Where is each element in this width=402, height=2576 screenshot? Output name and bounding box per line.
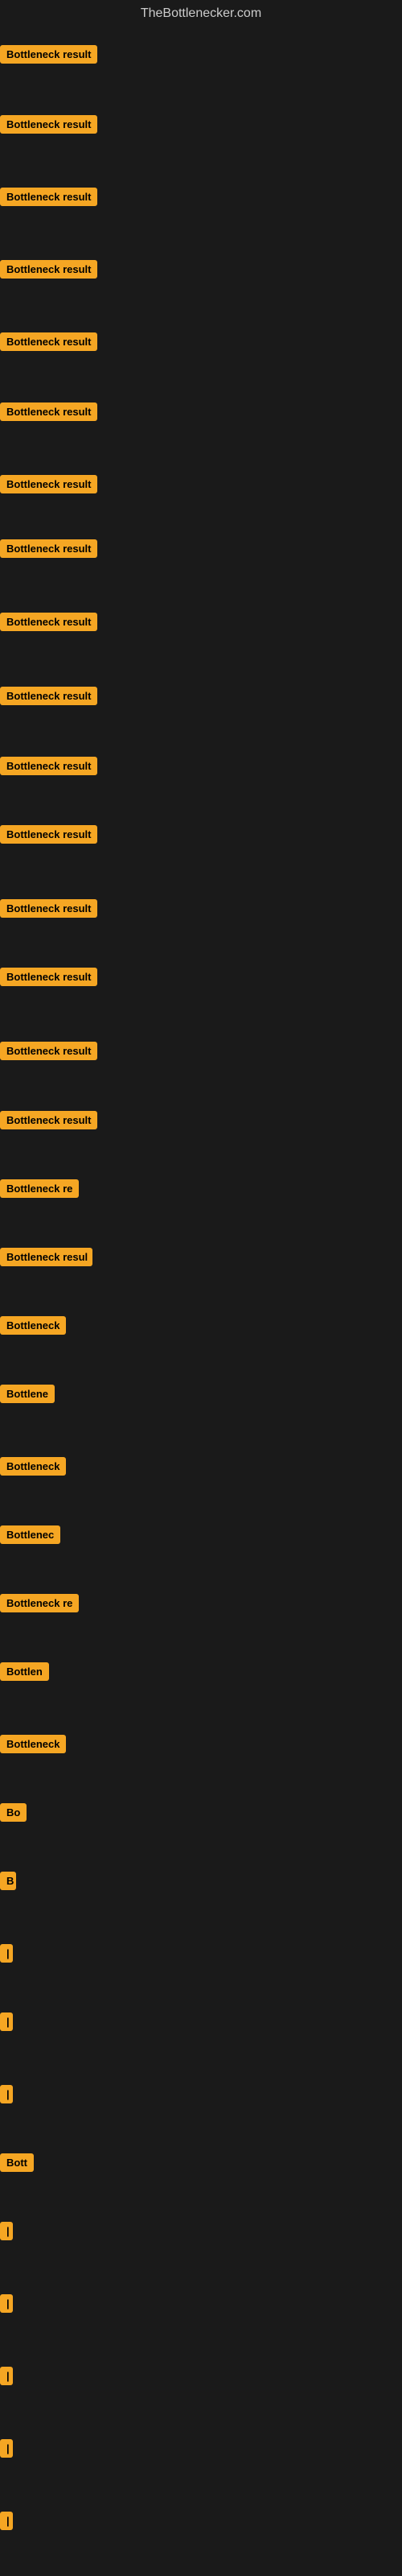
- bottleneck-item: Bottleneck result: [0, 968, 97, 990]
- bottleneck-badge: Bottleneck: [0, 1457, 66, 1476]
- bottleneck-badge: |: [0, 2439, 13, 2458]
- bottleneck-item: Bottleneck result: [0, 899, 97, 922]
- bottleneck-item: Bo: [0, 1803, 27, 1826]
- bottleneck-item: |: [0, 2294, 13, 2317]
- bottleneck-item: Bottleneck result: [0, 260, 97, 283]
- bottleneck-badge: Bottleneck result: [0, 188, 97, 206]
- bottleneck-item: Bottleneck result: [0, 45, 97, 68]
- bottleneck-badge: Bottleneck result: [0, 402, 97, 421]
- bottleneck-item: Bottleneck result: [0, 1111, 97, 1133]
- bottleneck-item: |: [0, 2085, 13, 2107]
- bottleneck-badge: Bottleneck result: [0, 45, 97, 64]
- bottleneck-badge: Bottlen: [0, 1662, 49, 1681]
- bottleneck-badge: |: [0, 2512, 13, 2530]
- bottleneck-item: Bottleneck re: [0, 1179, 79, 1202]
- bottleneck-item: Bottleneck result: [0, 687, 97, 709]
- bottleneck-item: |: [0, 2222, 13, 2244]
- bottleneck-item: |: [0, 1944, 13, 1967]
- bottleneck-badge: Bo: [0, 1803, 27, 1822]
- bottleneck-badge: Bottleneck result: [0, 260, 97, 279]
- bottleneck-badge: Bottleneck re: [0, 1594, 79, 1612]
- bottleneck-badge: Bottleneck result: [0, 968, 97, 986]
- bottleneck-badge: |: [0, 2222, 13, 2240]
- bottleneck-badge: Bottleneck result: [0, 115, 97, 134]
- bottleneck-badge: Bottleneck result: [0, 825, 97, 844]
- bottleneck-badge: |: [0, 2085, 13, 2103]
- bottleneck-badge: Bottleneck result: [0, 475, 97, 493]
- bottleneck-item: Bottleneck result: [0, 475, 97, 497]
- bottleneck-item: Bottleneck result: [0, 757, 97, 779]
- bottleneck-badge: Bottleneck: [0, 1316, 66, 1335]
- bottleneck-badge: Bottleneck re: [0, 1179, 79, 1198]
- bottleneck-badge: |: [0, 2367, 13, 2385]
- bottleneck-badge: Bottleneck resul: [0, 1248, 92, 1266]
- bottleneck-item: |: [0, 2367, 13, 2389]
- bottleneck-badge: Bottlenec: [0, 1525, 60, 1544]
- bottleneck-badge: B: [0, 1872, 16, 1890]
- bottleneck-item: |: [0, 2439, 13, 2462]
- bottleneck-badge: Bottleneck result: [0, 1042, 97, 1060]
- bottleneck-item: Bottleneck re: [0, 1594, 79, 1616]
- bottleneck-badge: Bottleneck result: [0, 332, 97, 351]
- bottleneck-badge: |: [0, 2294, 13, 2313]
- bottleneck-item: Bottleneck result: [0, 613, 97, 635]
- bottleneck-badge: |: [0, 1944, 13, 1963]
- bottleneck-item: Bottleneck: [0, 1735, 66, 1757]
- bottleneck-badge: Bottleneck result: [0, 1111, 97, 1129]
- bottleneck-item: |: [0, 2013, 13, 2035]
- bottleneck-badge: |: [0, 2013, 13, 2031]
- bottleneck-item: Bott: [0, 2153, 34, 2176]
- bottleneck-item: Bottlenec: [0, 1525, 60, 1548]
- bottleneck-badge: Bott: [0, 2153, 34, 2172]
- site-title: TheBottlenecker.com: [0, 0, 402, 27]
- bottleneck-item: Bottlen: [0, 1662, 49, 1685]
- bottleneck-item: Bottleneck result: [0, 188, 97, 210]
- bottleneck-badge: Bottleneck result: [0, 899, 97, 918]
- bottleneck-badge: Bottleneck result: [0, 539, 97, 558]
- bottleneck-item: Bottleneck result: [0, 539, 97, 562]
- bottleneck-item: Bottleneck result: [0, 1042, 97, 1064]
- bottleneck-item: Bottleneck result: [0, 825, 97, 848]
- bottleneck-badge: Bottleneck: [0, 1735, 66, 1753]
- bottleneck-item: Bottleneck resul: [0, 1248, 92, 1270]
- bottleneck-item: |: [0, 2512, 13, 2534]
- bottleneck-item: Bottleneck: [0, 1457, 66, 1480]
- bottleneck-item: Bottleneck: [0, 1316, 66, 1339]
- bottleneck-item: Bottleneck result: [0, 332, 97, 355]
- bottleneck-badge: Bottlene: [0, 1385, 55, 1403]
- bottleneck-badge: Bottleneck result: [0, 687, 97, 705]
- bottleneck-badge: Bottleneck result: [0, 757, 97, 775]
- bottleneck-item: Bottlene: [0, 1385, 55, 1407]
- bottleneck-item: Bottleneck result: [0, 115, 97, 138]
- bottleneck-item: B: [0, 1872, 16, 1894]
- bottleneck-item: Bottleneck result: [0, 402, 97, 425]
- bottleneck-badge: Bottleneck result: [0, 613, 97, 631]
